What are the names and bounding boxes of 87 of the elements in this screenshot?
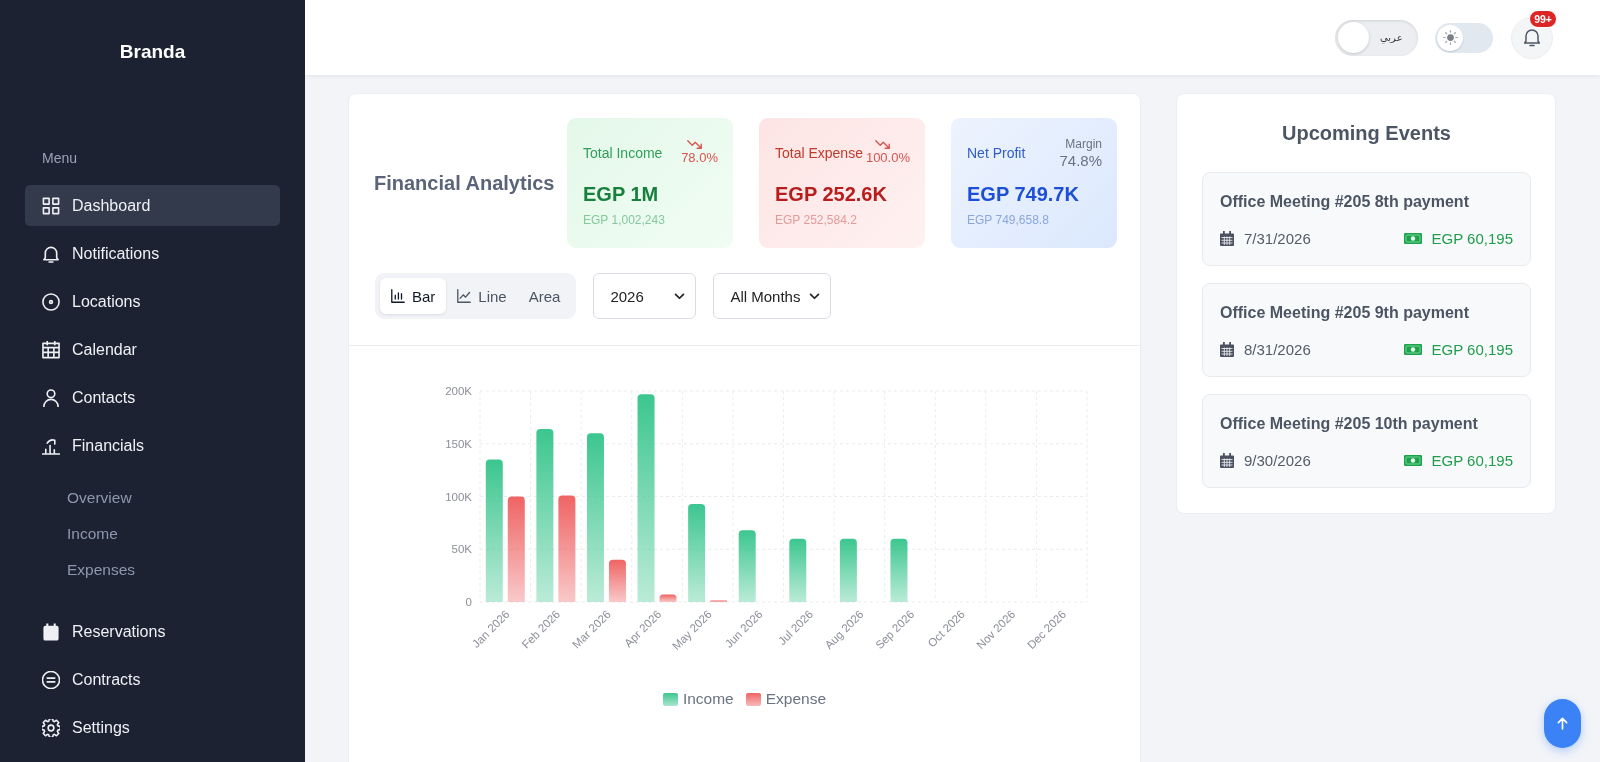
nav-item[interactable]: Settings	[25, 707, 280, 748]
notifications-button[interactable]	[1511, 16, 1553, 59]
chevron-down-icon	[809, 292, 821, 300]
stat-exact-value: EGP 749,658.8	[967, 212, 1050, 228]
event-amount: EGP 60,195	[1431, 229, 1513, 247]
event-title: Office Meeting #205 8th payment	[1220, 192, 1470, 212]
event-amount: EGP 60,195	[1431, 340, 1513, 358]
stat-change: 78.0%	[681, 148, 718, 167]
chart-bar	[789, 538, 807, 602]
y-axis-label: 100K	[445, 490, 472, 503]
y-axis-label: 150K	[445, 437, 472, 450]
nav-item[interactable]: Calendar	[25, 329, 280, 370]
chart-bar	[890, 538, 908, 602]
chart-type-tab[interactable]: Area	[517, 278, 572, 314]
y-axis-label: 200K	[445, 385, 472, 397]
stat-label: Net Profit	[967, 145, 1026, 161]
nav-item[interactable]: Notifications	[25, 233, 280, 274]
nav-item[interactable]: Locations	[25, 281, 280, 322]
theme-toggle[interactable]	[1435, 22, 1493, 53]
calendar-icon	[1220, 452, 1234, 468]
events-title: Upcoming Events	[1281, 121, 1452, 146]
notification-badge: 99+	[1529, 9, 1557, 28]
stat-change: 100.0%	[865, 148, 910, 167]
event-item[interactable]: Office Meeting #205 10th payment 9/30/2026 EGP 60,195	[1202, 394, 1531, 488]
event-date: 8/31/2026	[1244, 340, 1311, 358]
legend-label: Income	[682, 690, 734, 708]
nav-item[interactable]: Dashboard	[25, 185, 280, 226]
grid-icon	[42, 196, 60, 215]
stat-exact-value: EGP 1,002,243	[583, 212, 666, 228]
sun-icon	[1442, 30, 1458, 45]
y-axis-label: 0	[465, 596, 472, 608]
chevron-down-icon	[674, 292, 686, 300]
nav-subitem[interactable]: Expenses	[25, 556, 280, 584]
chart-type-tab[interactable]: Line	[446, 278, 518, 314]
legend-swatch-icon	[745, 692, 761, 706]
bell-icon	[1524, 28, 1540, 47]
stat-label: Total Expense	[775, 145, 863, 161]
event-date: 9/30/2026	[1244, 451, 1311, 469]
year-select[interactable]: 2026	[593, 273, 697, 319]
calendar-icon	[42, 622, 60, 641]
stat-label: Total Income	[583, 145, 663, 161]
stat-change: 74.8%	[1059, 152, 1102, 170]
chart-type-tab[interactable]: Bar	[380, 278, 447, 314]
stat-value: EGP 252.6K	[775, 182, 888, 207]
settings-icon	[42, 718, 60, 737]
event-date: 7/31/2026	[1244, 229, 1311, 247]
legend-label: Expense	[765, 690, 827, 708]
calendar-icon	[1220, 230, 1234, 246]
nav-item[interactable]: Reservations	[25, 611, 280, 652]
calendar-icon	[1220, 341, 1234, 357]
event-item[interactable]: Office Meeting #205 8th payment 7/31/2026 EGP 60,195	[1202, 172, 1531, 266]
target-icon	[42, 292, 60, 311]
person-icon	[42, 388, 60, 407]
chart-bar	[608, 559, 626, 602]
circle-lines-icon	[42, 670, 60, 689]
line-chart-icon	[457, 289, 472, 303]
event-title: Office Meeting #205 10th payment	[1220, 414, 1479, 434]
stat-value: EGP 1M	[583, 182, 660, 207]
bar-chart-icon	[391, 289, 405, 303]
month-select[interactable]: All Months	[713, 273, 832, 319]
menu-section-label: Menu	[41, 149, 79, 168]
event-title: Office Meeting #205 9th payment	[1220, 303, 1470, 323]
stat-exact-value: EGP 252,584.2	[775, 212, 858, 228]
nav-item[interactable]: Contracts	[25, 659, 280, 700]
banknote-icon	[1403, 232, 1422, 244]
legend-swatch-icon	[662, 692, 678, 706]
nav-item[interactable]: Financials	[25, 425, 280, 466]
bell-icon	[42, 244, 60, 263]
bar-chart-icon	[42, 436, 60, 455]
event-item[interactable]: Office Meeting #205 9th payment 8/31/2026 EGP 60,195	[1202, 283, 1531, 377]
brand-logo: Branda	[118, 39, 187, 64]
chart-bar	[839, 538, 857, 602]
stat-value: EGP 749.7K	[967, 182, 1080, 207]
banknote-icon	[1403, 454, 1422, 466]
calendar-icon	[42, 340, 60, 359]
language-toggle[interactable]: عربي	[1335, 19, 1418, 56]
nav-subitem[interactable]: Income	[25, 520, 280, 548]
arrow-up-icon	[1557, 717, 1568, 730]
chart-bar	[659, 594, 677, 602]
chart-bar	[738, 530, 756, 602]
event-amount: EGP 60,195	[1431, 451, 1513, 469]
nav-item[interactable]: Contacts	[25, 377, 280, 418]
stat-caption: Margin	[1065, 136, 1102, 152]
section-title: Financial Analytics	[374, 171, 556, 195]
y-axis-label: 50K	[451, 543, 472, 556]
banknote-icon	[1403, 343, 1422, 355]
nav-subitem[interactable]: Overview	[25, 484, 280, 512]
